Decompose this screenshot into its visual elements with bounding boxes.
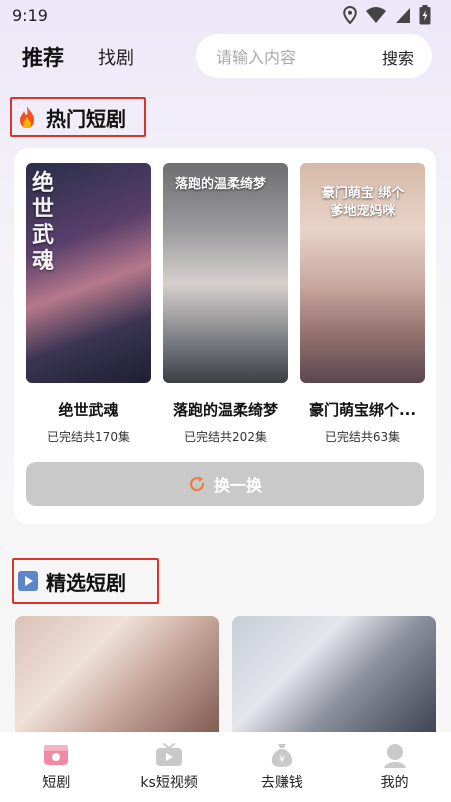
featured-thumbnail[interactable] xyxy=(15,616,219,736)
featured-image xyxy=(15,616,219,736)
search-bar: 搜索 xyxy=(196,34,432,78)
drama-icon xyxy=(44,745,69,765)
hot-dramas-card: 绝世武魂 绝世武魂 已完结共170集 落跑的温柔绮梦 落跑的温柔绮梦 已完结共2… xyxy=(14,148,436,524)
header: 推荐 找剧 搜索 xyxy=(0,34,451,80)
poster-title-text: 绝世武魂 xyxy=(32,171,55,274)
featured-section-label: 精选短剧 xyxy=(46,570,126,595)
hot-section-label: 热门短剧 xyxy=(46,106,126,131)
status-time: 9:19 xyxy=(12,6,48,25)
bottom-nav: 短剧 ks短视频 ¥ 去赚钱 我的 xyxy=(0,732,451,802)
drama-title: 豪门萌宝绑个... xyxy=(308,401,417,419)
featured-thumbnail[interactable] xyxy=(232,616,436,736)
location-icon xyxy=(343,6,357,24)
svg-text:¥: ¥ xyxy=(279,755,285,765)
profile-icon xyxy=(383,744,406,768)
nav-label: 我的 xyxy=(380,775,409,791)
poster-title-text: 豪门萌宝 绑个爹地宠妈咪 xyxy=(321,186,405,219)
drama-episodes: 已完结共63集 xyxy=(324,430,401,444)
drama-episodes: 已完结共202集 xyxy=(184,430,267,444)
featured-image xyxy=(232,616,436,736)
signal-icon xyxy=(396,8,410,23)
nav-label: 短剧 xyxy=(42,775,71,791)
fire-icon xyxy=(20,106,34,128)
drama-title: 绝世武魂 xyxy=(58,401,119,419)
swap-button[interactable]: 换一换 xyxy=(26,462,424,506)
hot-section-title: 热门短剧 xyxy=(10,97,146,137)
wifi-icon xyxy=(366,7,386,23)
nav-label: ks短视频 xyxy=(140,775,198,791)
drama-poster[interactable]: 落跑的温柔绮梦 xyxy=(163,163,288,383)
nav-item-profile[interactable]: 我的 xyxy=(340,732,450,792)
tv-icon xyxy=(156,743,183,766)
search-button[interactable]: 搜索 xyxy=(382,45,414,69)
search-input[interactable] xyxy=(214,44,358,70)
drama-poster[interactable]: 豪门萌宝 绑个爹地宠妈咪 xyxy=(300,163,425,383)
money-bag-icon: ¥ xyxy=(271,744,293,767)
refresh-icon xyxy=(189,476,205,492)
play-icon xyxy=(18,571,38,591)
featured-section-title: 精选短剧 xyxy=(12,558,159,604)
poster-title-text: 落跑的温柔绮梦 xyxy=(175,177,267,192)
nav-item-drama[interactable]: 短剧 xyxy=(1,732,111,792)
drama-episodes: 已完结共170集 xyxy=(47,430,130,444)
drama-title: 落跑的温柔绮梦 xyxy=(172,401,278,419)
nav-item-ks-video[interactable]: ks短视频 xyxy=(114,732,224,792)
tab-find-drama[interactable]: 找剧 xyxy=(98,44,134,70)
nav-label: 去赚钱 xyxy=(260,775,303,791)
drama-poster[interactable]: 绝世武魂 xyxy=(26,163,151,383)
drama-item[interactable]: 豪门萌宝 绑个爹地宠妈咪 豪门萌宝绑个... 已完结共63集 xyxy=(300,163,425,445)
drama-item[interactable]: 落跑的温柔绮梦 落跑的温柔绮梦 已完结共202集 xyxy=(163,163,288,445)
nav-item-earn-money[interactable]: ¥ 去赚钱 xyxy=(227,732,337,792)
drama-item[interactable]: 绝世武魂 绝世武魂 已完结共170集 xyxy=(26,163,151,445)
status-bar: 9:19 xyxy=(0,0,451,30)
tab-recommend[interactable]: 推荐 xyxy=(22,42,64,72)
battery-icon xyxy=(419,5,431,25)
status-icons xyxy=(343,5,431,25)
swap-button-label: 换一换 xyxy=(213,476,262,495)
